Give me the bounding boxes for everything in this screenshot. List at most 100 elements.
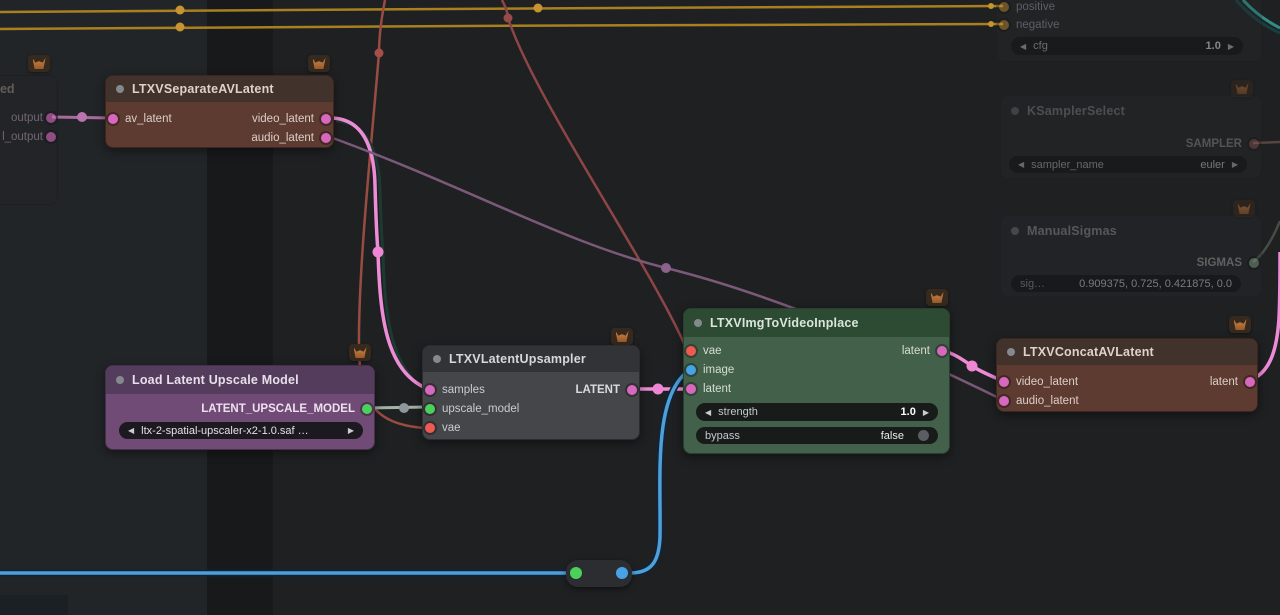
node-header[interactable]: KSamplerSelect bbox=[1001, 96, 1261, 126]
node-ltxv-separate-av-latent[interactable]: LTXVSeparateAVLatent av_latent video_lat… bbox=[105, 75, 334, 148]
reroute-dot[interactable] bbox=[375, 49, 384, 58]
status-dot-icon bbox=[1011, 107, 1019, 115]
sigmas-text-widget[interactable]: sig… 0.909375, 0.725, 0.421875, 0.0 bbox=[1011, 275, 1241, 292]
node-manual-sigmas[interactable]: ManualSigmas SIGMAS sig… 0.909375, 0.725… bbox=[1000, 215, 1262, 297]
reroute-dot[interactable] bbox=[176, 6, 185, 15]
fox-badge bbox=[1229, 316, 1251, 333]
reroute-dot[interactable] bbox=[653, 384, 664, 395]
link-vae-imgtovideo bbox=[502, 0, 686, 348]
output-port[interactable] bbox=[627, 385, 637, 395]
input-port[interactable] bbox=[686, 384, 696, 394]
node-left-partial[interactable]: ced output l_output bbox=[0, 75, 58, 205]
reroute-dot[interactable] bbox=[399, 403, 409, 413]
node-ltxv-latent-upsampler[interactable]: LTXVLatentUpsampler samples LATENT upsca… bbox=[422, 345, 640, 440]
reroute-output-port[interactable] bbox=[616, 567, 628, 579]
reroute-input-port[interactable] bbox=[570, 567, 582, 579]
widget-value: 1.0 bbox=[901, 406, 916, 418]
toggle-knob-icon[interactable] bbox=[918, 430, 929, 441]
increment-arrow-icon[interactable]: ▶ bbox=[1228, 42, 1234, 51]
node-title: LTXVSeparateAVLatent bbox=[132, 82, 274, 96]
decrement-arrow-icon[interactable]: ◀ bbox=[1018, 160, 1024, 169]
node-header[interactable]: LTXVSeparateAVLatent bbox=[106, 76, 333, 102]
output-label: video_latent bbox=[252, 111, 314, 127]
reroute-dot[interactable] bbox=[534, 4, 543, 13]
reroute-dot[interactable] bbox=[967, 361, 978, 372]
widget-value: 0.909375, 0.725, 0.421875, 0.0 bbox=[1079, 278, 1232, 290]
increment-arrow-icon[interactable]: ▶ bbox=[348, 426, 354, 435]
decrement-arrow-icon[interactable]: ◀ bbox=[128, 426, 134, 435]
input-port[interactable] bbox=[108, 114, 118, 124]
reroute-dot[interactable] bbox=[661, 263, 671, 273]
increment-arrow-icon[interactable]: ▶ bbox=[923, 408, 929, 417]
reroute-dot[interactable] bbox=[77, 112, 87, 122]
output-port[interactable] bbox=[46, 132, 56, 142]
fox-icon bbox=[354, 347, 367, 358]
status-dot-icon bbox=[116, 376, 124, 384]
reroute-dot[interactable] bbox=[176, 23, 185, 32]
decrement-arrow-icon[interactable]: ◀ bbox=[705, 408, 711, 417]
node-load-latent-upscale-model[interactable]: Load Latent Upscale Model LATENT_UPSCALE… bbox=[105, 365, 375, 450]
fox-badge bbox=[611, 328, 633, 345]
widget-label: sig… bbox=[1020, 278, 1045, 290]
status-dot-icon bbox=[433, 355, 441, 363]
input-port[interactable] bbox=[999, 396, 1009, 406]
widget-label: cfg bbox=[1033, 40, 1048, 52]
widget-value: 1.0 bbox=[1206, 40, 1221, 52]
model-combo-widget[interactable]: ◀ ltx-2-spatial-upscaler-x2-1.0.saf … ▶ bbox=[119, 422, 363, 439]
node-ltxv-concat-av-latent[interactable]: LTXVConcatAVLatent video_latent latent a… bbox=[996, 338, 1258, 412]
node-header[interactable]: LTXVImgToVideoInplace bbox=[684, 309, 949, 337]
increment-arrow-icon[interactable]: ▶ bbox=[1232, 160, 1238, 169]
sampler-combo-widget[interactable]: ◀ sampler_name euler ▶ bbox=[1009, 156, 1247, 173]
bypass-toggle-widget[interactable]: bypass false bbox=[696, 427, 938, 444]
cfg-number-widget[interactable]: ◀ cfg 1.0 ▶ bbox=[1011, 37, 1243, 55]
output-port[interactable] bbox=[1249, 258, 1259, 268]
node-header[interactable]: Load Latent Upscale Model bbox=[106, 366, 374, 394]
node-title: ced bbox=[0, 82, 15, 96]
input-label: audio_latent bbox=[1016, 393, 1079, 409]
output-port[interactable] bbox=[1249, 139, 1259, 149]
output-port[interactable] bbox=[46, 113, 56, 123]
input-label: latent bbox=[703, 381, 731, 397]
input-port[interactable] bbox=[425, 423, 435, 433]
widget-label: strength bbox=[718, 406, 758, 418]
output-port[interactable] bbox=[321, 114, 331, 124]
node-guider[interactable]: positive negative ◀ cfg 1.0 ▶ bbox=[996, 0, 1262, 62]
output-label: audio_latent bbox=[251, 130, 314, 146]
input-port[interactable] bbox=[999, 2, 1009, 12]
output-label: l_output bbox=[2, 129, 43, 145]
input-port[interactable] bbox=[686, 365, 696, 375]
output-port[interactable] bbox=[937, 346, 947, 356]
input-port[interactable] bbox=[999, 377, 1009, 387]
node-header[interactable]: LTXVConcatAVLatent bbox=[997, 339, 1257, 365]
node-reroute[interactable] bbox=[566, 560, 632, 587]
node-header[interactable]: LTXVLatentUpsampler bbox=[423, 346, 639, 372]
output-port[interactable] bbox=[321, 133, 331, 143]
input-port[interactable] bbox=[425, 385, 435, 395]
node-graph-canvas[interactable]: ced output l_output LTXVSeparateAVLatent… bbox=[0, 0, 1280, 615]
fox-badge bbox=[349, 344, 371, 361]
node-ksampler-select[interactable]: KSamplerSelect SAMPLER ◀ sampler_name eu… bbox=[1000, 95, 1262, 179]
widget-value: euler bbox=[1200, 159, 1224, 171]
fox-icon bbox=[931, 292, 944, 303]
link-negative bbox=[0, 24, 1003, 29]
input-label: vae bbox=[442, 420, 461, 436]
node-ltxv-img-to-video-inplace[interactable]: LTXVImgToVideoInplace vae latent image l… bbox=[683, 308, 950, 454]
input-port[interactable] bbox=[686, 346, 696, 356]
output-label: latent bbox=[902, 343, 930, 359]
input-label: positive bbox=[1016, 0, 1055, 15]
strength-number-widget[interactable]: ◀ strength 1.0 ▶ bbox=[696, 403, 938, 421]
fox-icon bbox=[616, 331, 629, 342]
input-port[interactable] bbox=[425, 404, 435, 414]
input-port[interactable] bbox=[999, 20, 1009, 30]
output-port[interactable] bbox=[1245, 377, 1255, 387]
link-positive bbox=[0, 6, 1003, 12]
reroute-dot[interactable] bbox=[373, 247, 384, 258]
node-header[interactable]: ManualSigmas bbox=[1001, 216, 1261, 246]
output-label: latent bbox=[1210, 374, 1238, 390]
node-title: LTXVLatentUpsampler bbox=[449, 352, 586, 366]
output-label: output bbox=[11, 110, 43, 126]
decrement-arrow-icon[interactable]: ◀ bbox=[1020, 42, 1026, 51]
fox-badge bbox=[28, 55, 50, 72]
output-port[interactable] bbox=[362, 404, 372, 414]
reroute-dot[interactable] bbox=[504, 14, 513, 23]
